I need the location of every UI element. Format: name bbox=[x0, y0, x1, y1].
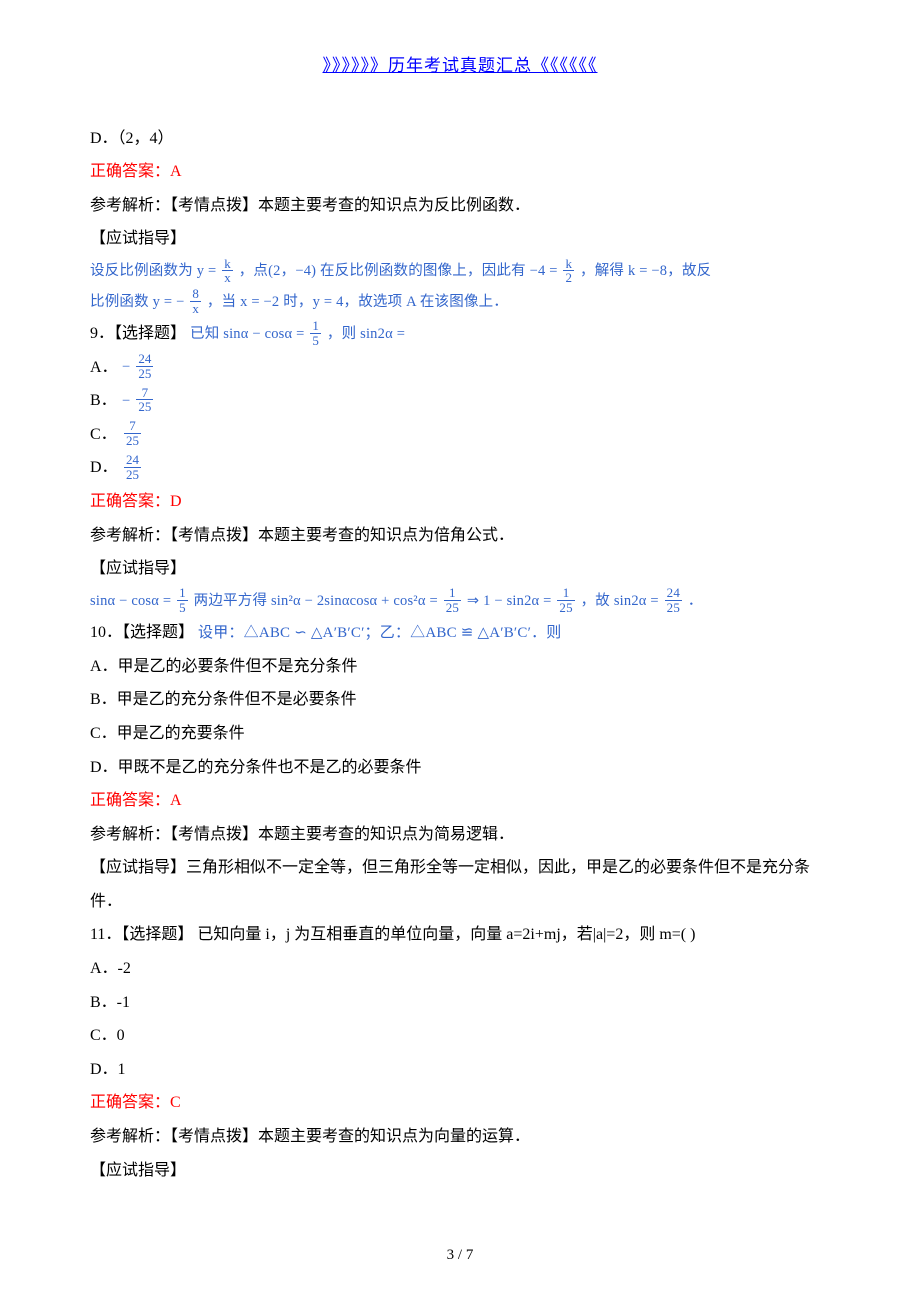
q11-option-a: A．-2 bbox=[90, 952, 830, 986]
q8-answer: 正确答案：A bbox=[90, 155, 830, 189]
q11-option-c: C．0 bbox=[90, 1019, 830, 1053]
q10-stem: 10．【选择题】 设甲：△ABC ∽ △A′B′C′；乙：△ABC ≌ △A′B… bbox=[90, 616, 830, 650]
q10-option-c: C．甲是乙的充要条件 bbox=[90, 717, 830, 751]
q8-explanation-line2: 比例函数 y = − 8x ，当 x = −2 时，y = 4，故选项 A 在该… bbox=[90, 287, 830, 317]
q11-option-d: D．1 bbox=[90, 1053, 830, 1087]
q10-option-d: D．甲既不是乙的充分条件也不是乙的必要条件 bbox=[90, 751, 830, 785]
q9-analysis: 参考解析：【考情点拨】本题主要考查的知识点为倍角公式． bbox=[90, 519, 830, 553]
text: 设反比例函数为 y = bbox=[90, 263, 220, 279]
q11-guide-label: 【应试指导】 bbox=[90, 1154, 830, 1188]
text: ，解得 k = −8，故反 bbox=[580, 263, 711, 279]
fraction-k-over-2: k2 bbox=[563, 257, 574, 285]
option-label: B． bbox=[90, 384, 118, 418]
fraction-1-5: 15 bbox=[310, 319, 321, 347]
page-footer: 3 / 7 bbox=[0, 1247, 920, 1264]
q9-option-a: A． − 2425 bbox=[90, 351, 830, 385]
q10-math: 设甲：△ABC ∽ △A′B′C′；乙：△ABC ≌ △A′B′C′．则 bbox=[198, 625, 561, 641]
q11-analysis: 参考解析：【考情点拨】本题主要考查的知识点为向量的运算． bbox=[90, 1120, 830, 1154]
fraction-24-25: 2425 bbox=[136, 352, 153, 380]
q9-explanation: sinα − cosα = 15 两边平方得 sin²α − 2sinαcosα… bbox=[90, 586, 830, 616]
q9-label: 9．【选择题】 bbox=[90, 317, 186, 351]
text: ，点(2，−4) 在反比例函数的图像上，因此有 −4 = bbox=[239, 263, 562, 279]
q9-answer: 正确答案：D bbox=[90, 485, 830, 519]
option-label: A． bbox=[90, 351, 118, 385]
fraction-k-over-x: kx bbox=[222, 257, 233, 285]
fraction-8-over-x: 8x bbox=[190, 287, 201, 315]
option-label: C． bbox=[90, 418, 118, 452]
q10-option-a: A．甲是乙的必要条件但不是充分条件 bbox=[90, 650, 830, 684]
text: ，当 x = −2 时，y = 4，故选项 A 在该图像上． bbox=[207, 294, 508, 310]
q8-guide-label: 【应试指导】 bbox=[90, 222, 830, 256]
q9-math: 已知 sinα − cosα = 15 ，则 sin2α = bbox=[190, 319, 405, 349]
q9-option-b: B． − 725 bbox=[90, 384, 830, 418]
fraction-7-25-b: 725 bbox=[124, 419, 141, 447]
page-number: 3 / 7 bbox=[447, 1247, 474, 1263]
q8-explanation-line1: 设反比例函数为 y = kx ，点(2，−4) 在反比例函数的图像上，因此有 −… bbox=[90, 256, 830, 286]
q11-answer: 正确答案：C bbox=[90, 1086, 830, 1120]
header-link-row: 》》》》》》历年考试真题汇总《《《《《《 bbox=[90, 48, 830, 84]
fraction-7-25: 725 bbox=[136, 386, 153, 414]
text: 比例函数 y = − bbox=[90, 294, 184, 310]
q9-stem: 9．【选择题】 已知 sinα − cosα = 15 ，则 sin2α = bbox=[90, 317, 830, 351]
q9-guide-label: 【应试指导】 bbox=[90, 552, 830, 586]
q9-option-d: D． 2425 bbox=[90, 451, 830, 485]
q11-stem: 11．【选择题】 已知向量 i，j 为互相垂直的单位向量，向量 a=2i+mj，… bbox=[90, 918, 830, 952]
fraction-24-25-b: 2425 bbox=[124, 453, 141, 481]
q10-guide-line3: 件． bbox=[90, 885, 830, 919]
q10-label: 10．【选择题】 bbox=[90, 624, 194, 641]
q11-option-b: B．-1 bbox=[90, 986, 830, 1020]
q10-guide-line2: 【应试指导】三角形相似不一定全等，但三角形全等一定相似，因此，甲是乙的必要条件但… bbox=[90, 851, 830, 885]
q10-answer: 正确答案：A bbox=[90, 784, 830, 818]
past-exams-link[interactable]: 》》》》》》历年考试真题汇总《《《《《《 bbox=[323, 56, 598, 75]
q10-option-b: B．甲是乙的充分条件但不是必要条件 bbox=[90, 683, 830, 717]
q9-option-c: C． 725 bbox=[90, 418, 830, 452]
q8-analysis: 参考解析：【考情点拨】本题主要考查的知识点为反比例函数． bbox=[90, 189, 830, 223]
option-label: D． bbox=[90, 451, 118, 485]
q10-analysis: 参考解析：【考情点拨】本题主要考查的知识点为简易逻辑． bbox=[90, 818, 830, 852]
q8-option-d: D．（2，4） bbox=[90, 122, 830, 156]
